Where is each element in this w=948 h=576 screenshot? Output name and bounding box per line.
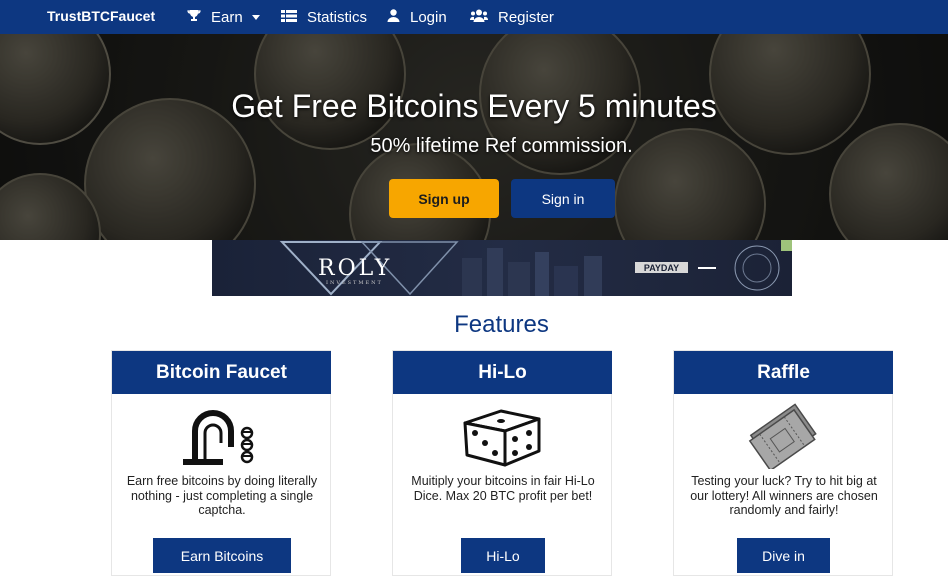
feature-card-hilo: Hi-Lo Muitiply your bitcoins in fair Hi-… [392, 350, 612, 576]
nav-statistics[interactable]: Statistics [281, 9, 367, 26]
nav-earn[interactable]: Earn [187, 9, 260, 26]
hilo-button[interactable]: Hi-Lo [461, 538, 545, 573]
user-icon [387, 9, 400, 26]
nav-earn-label: Earn [211, 9, 243, 26]
nav-register-label: Register [498, 9, 554, 26]
feature-card-faucet: Bitcoin Faucet Earn free bitcoins by doi… [111, 350, 331, 576]
hero-banner: Get Free Bitcoins Every 5 minutes 50% li… [0, 34, 948, 240]
feature-card-title: Hi-Lo [393, 351, 612, 394]
feature-card-description: Earn free bitcoins by doing literally no… [126, 474, 318, 517]
ad-tagline: INVESTMENT [326, 280, 383, 286]
ad-logo-text: ROLY [318, 256, 393, 281]
feature-card-title: Bitcoin Faucet [112, 351, 331, 394]
dice-icon [461, 403, 543, 471]
feature-card-description: Muitiply your bitcoins in fair Hi-Lo Dic… [411, 474, 595, 503]
hero-subtitle: 50% lifetime Ref commission. [370, 135, 633, 157]
nav-register[interactable]: Register [469, 9, 554, 26]
ticket-icon [743, 403, 823, 473]
signup-button[interactable]: Sign up [389, 179, 499, 218]
users-icon [469, 9, 489, 26]
feature-card-title: Raffle [674, 351, 893, 394]
feature-card-raffle: Raffle Testing your luck? Try to hit big… [673, 350, 893, 576]
chevron-down-icon [251, 15, 260, 20]
features-title: Features [454, 311, 549, 338]
ad-choices-icon[interactable] [781, 240, 792, 251]
ad-divider [698, 267, 716, 269]
table-icon [281, 9, 297, 26]
earn-bitcoins-button[interactable]: Earn Bitcoins [153, 538, 291, 573]
ad-payday-badge: PAYDAY [635, 262, 688, 273]
brand-logo[interactable]: TrustBTCFaucet [47, 8, 155, 24]
nav-statistics-label: Statistics [307, 9, 368, 26]
dive-in-button[interactable]: Dive in [737, 538, 830, 573]
top-navbar: TrustBTCFaucet Earn Statistics Login Reg… [0, 0, 948, 34]
feature-card-description: Testing your luck? Try to hit big at our… [690, 474, 878, 517]
nav-login[interactable]: Login [387, 9, 447, 26]
ad-banner[interactable]: ROLY INVESTMENT PAYDAY [212, 240, 792, 296]
faucet-icon [183, 403, 259, 471]
nav-login-label: Login [410, 9, 447, 26]
trophy-icon [187, 9, 201, 26]
signin-button[interactable]: Sign in [511, 179, 615, 218]
hero-title: Get Free Bitcoins Every 5 minutes [231, 88, 717, 124]
